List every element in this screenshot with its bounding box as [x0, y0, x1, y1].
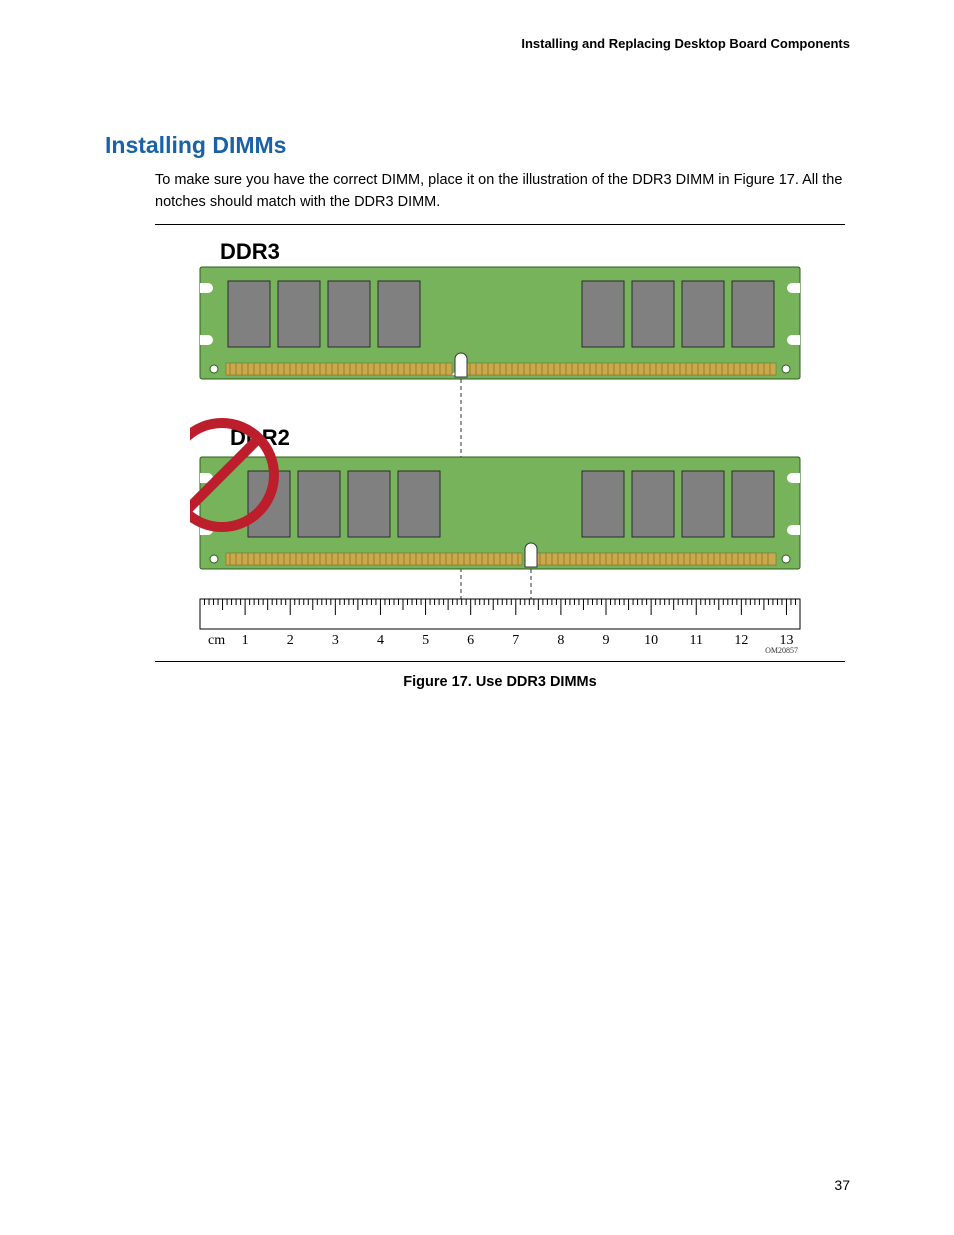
ruler-mark: 9: [603, 633, 610, 648]
ruler-mark: 11: [689, 633, 702, 648]
ruler-mark: 1: [242, 633, 249, 648]
dimm-illustration: DDR3: [190, 235, 810, 655]
ruler-mark: 3: [332, 633, 339, 648]
ddr2-module: [200, 457, 800, 569]
ruler: cm 12345678910111213: [200, 599, 800, 648]
figure-box: DDR3: [155, 225, 845, 661]
figure-bottom-rule: [155, 661, 845, 662]
breadcrumb-header: Installing and Replacing Desktop Board C…: [521, 36, 850, 51]
ruler-unit: cm: [208, 633, 225, 648]
ddr3-module: [200, 267, 800, 379]
figure-part-number: OM20857: [765, 646, 798, 655]
ruler-mark: 4: [377, 633, 384, 648]
ruler-mark: 2: [287, 633, 294, 648]
page-number: 37: [834, 1177, 850, 1193]
ruler-mark: 12: [734, 633, 748, 648]
ruler-mark: 8: [557, 633, 564, 648]
figure-caption: Figure 17. Use DDR3 DIMMs: [155, 674, 845, 690]
ruler-mark: 10: [644, 633, 658, 648]
ruler-mark: 6: [467, 633, 474, 648]
figure-17-container: DDR3: [155, 224, 845, 690]
ddr3-label: DDR3: [220, 239, 280, 264]
intro-paragraph: To make sure you have the correct DIMM, …: [155, 170, 844, 214]
section-heading: Installing DIMMs: [105, 132, 286, 159]
ruler-mark: 7: [512, 633, 519, 648]
ruler-mark: 5: [422, 633, 429, 648]
